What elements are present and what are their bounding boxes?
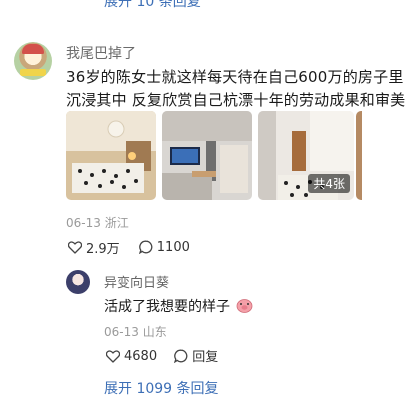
comment-location: 浙江 bbox=[104, 216, 129, 230]
photo-thumbnail[interactable] bbox=[162, 111, 252, 200]
photo-thumbnail[interactable] bbox=[66, 111, 156, 200]
reply-reply-button[interactable]: 回复 bbox=[174, 346, 218, 365]
photo-thumbnail[interactable]: 共4张 bbox=[258, 111, 354, 200]
reply-avatar[interactable] bbox=[66, 270, 90, 294]
comment-date: 06-13 bbox=[66, 216, 101, 230]
reply-location: 山东 bbox=[142, 325, 167, 339]
avatar[interactable] bbox=[14, 42, 52, 80]
reply-meta: 06-13 山东 bbox=[104, 323, 167, 340]
reply-count: 1100 bbox=[156, 239, 190, 255]
reply-button[interactable]: 1100 bbox=[138, 239, 190, 255]
reply-actions: 4680 回复 bbox=[106, 346, 218, 365]
reply-date: 06-13 bbox=[104, 325, 139, 339]
reply-like-button[interactable]: 4680 bbox=[106, 349, 157, 364]
like-button[interactable]: 2.9万 bbox=[68, 238, 120, 257]
pig-emoji-icon bbox=[237, 299, 253, 313]
comment-actions: 2.9万 1100 bbox=[68, 238, 190, 257]
like-count: 2.9万 bbox=[86, 242, 120, 257]
expand-replies-bottom[interactable]: 展开 1099 条回复 bbox=[104, 378, 219, 398]
reply-label: 回复 bbox=[192, 350, 219, 365]
heart-icon bbox=[68, 241, 82, 254]
expand-replies-top[interactable]: 展开 10 条回复 bbox=[104, 0, 201, 11]
comment-icon bbox=[138, 240, 153, 254]
reply-text: 活成了我想要的样子 bbox=[104, 296, 253, 316]
heart-icon bbox=[106, 349, 120, 363]
reply-like-count: 4680 bbox=[124, 348, 158, 364]
comment-meta: 06-13 浙江 bbox=[66, 214, 129, 231]
comment-username[interactable]: 我尾巴掉了 bbox=[66, 43, 136, 63]
image-count-badge: 共4张 bbox=[308, 174, 350, 193]
photo-thumbnail-partial[interactable] bbox=[356, 111, 362, 200]
comment-icon bbox=[174, 349, 188, 363]
reply-username[interactable]: 异变向日葵 bbox=[104, 272, 169, 291]
